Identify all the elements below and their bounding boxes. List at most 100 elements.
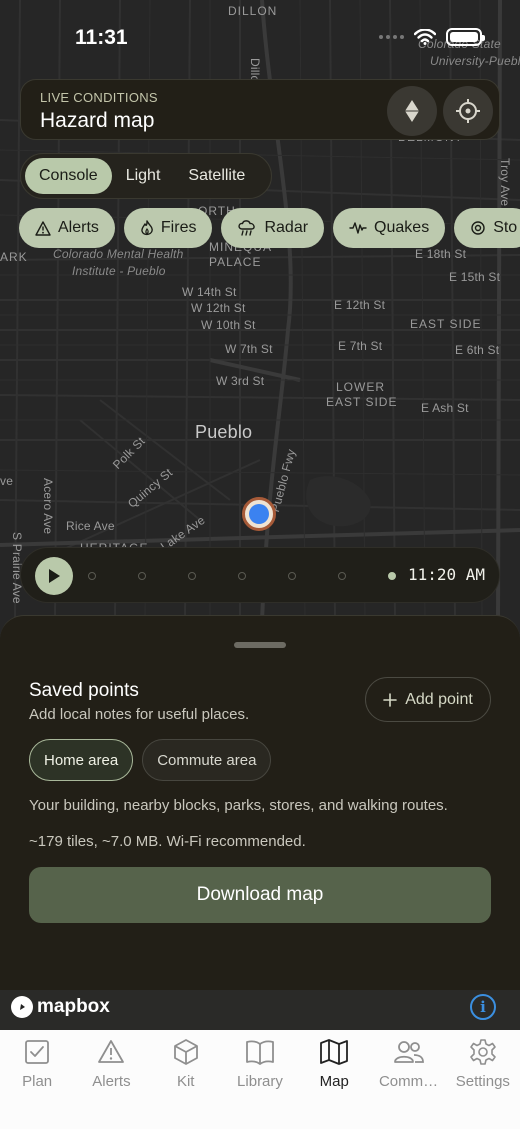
fire-icon: [141, 219, 153, 235]
map-label: W 14th St: [182, 285, 237, 299]
tab-label: Plan: [22, 1073, 53, 1090]
layer-chip-alerts[interactable]: Alerts: [19, 208, 115, 248]
map-label: W 10th St: [201, 318, 256, 332]
people-icon: [393, 1041, 424, 1063]
mapbox-logo: mapbox: [11, 996, 110, 1018]
download-size-info: ~179 tiles, ~7.0 MB. Wi-Fi recommended.: [29, 833, 306, 850]
area-selector: Home area Commute area: [29, 739, 272, 781]
tab-label: Settings: [455, 1073, 510, 1090]
timeline-step[interactable]: [338, 572, 346, 580]
locate-icon: [456, 99, 480, 123]
map-label: Rice Ave: [66, 519, 115, 533]
tab-label: Kit: [176, 1073, 195, 1090]
map-label: E 7th St: [338, 339, 383, 353]
compass-icon: [405, 100, 419, 122]
layer-chip-label: Alerts: [58, 219, 99, 236]
map-icon: [320, 1039, 349, 1065]
tab-label: Comm…: [378, 1073, 439, 1090]
tab-bar: Plan Alerts Kit Library Map Comm… Settin…: [0, 1030, 520, 1129]
layer-chips: Alerts Fires Radar Quakes Sto: [19, 208, 520, 248]
map-style-selector: Console Light Satellite: [20, 153, 272, 199]
map-style-light[interactable]: Light: [112, 158, 175, 194]
tab-library[interactable]: Library: [223, 1038, 297, 1129]
attribution-info-icon[interactable]: i: [470, 994, 496, 1020]
map-label: EAST SIDE: [326, 395, 398, 409]
map-label: E Ash St: [421, 401, 469, 415]
tab-label: Library: [237, 1073, 283, 1090]
map-label: Acero Ave: [41, 478, 55, 535]
map-label: ARK: [0, 250, 28, 264]
mapbox-logo-text: mapbox: [37, 996, 110, 1017]
layer-chip-radar[interactable]: Radar: [221, 208, 325, 248]
layer-chip-storms[interactable]: Sto: [454, 208, 520, 248]
tab-label: Alerts: [92, 1073, 131, 1090]
header-card: LIVE CONDITIONS Hazard map: [20, 79, 500, 140]
tab-community[interactable]: Comm…: [372, 1038, 446, 1129]
plus-icon: [383, 692, 397, 707]
wifi-icon: [414, 29, 436, 45]
warning-icon: [98, 1040, 125, 1063]
map-label: Colorado Mental Health: [53, 247, 184, 261]
area-home[interactable]: Home area: [29, 739, 134, 781]
storm-icon: [471, 221, 485, 235]
locate-button[interactable]: [443, 86, 493, 136]
sheet-handle[interactable]: [234, 642, 286, 648]
tab-map[interactable]: Map: [297, 1038, 371, 1129]
map-label: E 18th St: [415, 247, 467, 261]
add-point-button[interactable]: Add point: [365, 677, 491, 722]
map-label-city: Pueblo: [195, 422, 253, 442]
warning-icon: [35, 220, 51, 236]
map-label: ve: [0, 474, 14, 488]
timeline-step[interactable]: [88, 572, 96, 580]
status-time: 11:31: [75, 26, 128, 49]
layer-chip-label: Radar: [264, 219, 309, 236]
map-label: E 15th St: [449, 270, 501, 284]
seismic-wave-icon: [349, 222, 367, 234]
tab-kit[interactable]: Kit: [149, 1038, 223, 1129]
sheet-subtitle: Add local notes for useful places.: [29, 706, 250, 723]
map-label: University-Pueblo: [430, 54, 520, 68]
area-commute[interactable]: Commute area: [142, 739, 272, 781]
timeline-step[interactable]: [288, 572, 296, 580]
map-label: PALACE: [209, 255, 262, 269]
box-icon: [173, 1039, 198, 1065]
map-label: W 12th St: [191, 301, 246, 315]
gear-icon: [470, 1039, 496, 1065]
rain-cloud-icon: [238, 220, 256, 236]
play-icon: [49, 569, 60, 583]
layer-chip-label: Quakes: [374, 219, 430, 236]
map-style-satellite[interactable]: Satellite: [174, 158, 259, 194]
area-description: Your building, nearby blocks, parks, sto…: [29, 797, 448, 814]
compass-button[interactable]: [387, 86, 437, 136]
timeline-step[interactable]: [138, 572, 146, 580]
add-point-label: Add point: [405, 690, 473, 708]
tab-alerts[interactable]: Alerts: [74, 1038, 148, 1129]
timeline-step[interactable]: [238, 572, 246, 580]
map-label: DILLON: [228, 4, 278, 18]
layer-chip-fires[interactable]: Fires: [123, 208, 213, 248]
map-label: LOWER: [336, 380, 386, 394]
radar-timeline: 11:20 AM: [20, 547, 500, 603]
timeline-time: 11:20 AM: [407, 565, 485, 584]
book-icon: [246, 1040, 274, 1065]
play-button[interactable]: [35, 557, 73, 595]
layer-chip-label: Fires: [160, 219, 197, 236]
tab-label: Map: [319, 1073, 349, 1090]
layer-chip-quakes[interactable]: Quakes: [333, 208, 446, 248]
map-style-console[interactable]: Console: [25, 158, 112, 194]
download-map-button[interactable]: Download map: [29, 867, 491, 923]
tab-plan[interactable]: Plan: [0, 1038, 74, 1129]
map-label: W 7th St: [225, 342, 273, 356]
mapbox-logo-icon: [11, 996, 33, 1018]
map-label: Institute - Pueblo: [72, 264, 166, 278]
current-location-marker[interactable]: [242, 497, 276, 531]
timeline-step[interactable]: [388, 572, 396, 580]
header-eyebrow: LIVE CONDITIONS: [40, 90, 158, 105]
sheet-title: Saved points: [29, 680, 139, 701]
tab-settings[interactable]: Settings: [446, 1038, 520, 1129]
checkbox-icon: [25, 1040, 50, 1064]
map-label: W 3rd St: [216, 374, 265, 388]
cellular-signal-icon: [379, 35, 404, 39]
map-label: EAST SIDE: [410, 317, 482, 331]
timeline-step[interactable]: [188, 572, 196, 580]
